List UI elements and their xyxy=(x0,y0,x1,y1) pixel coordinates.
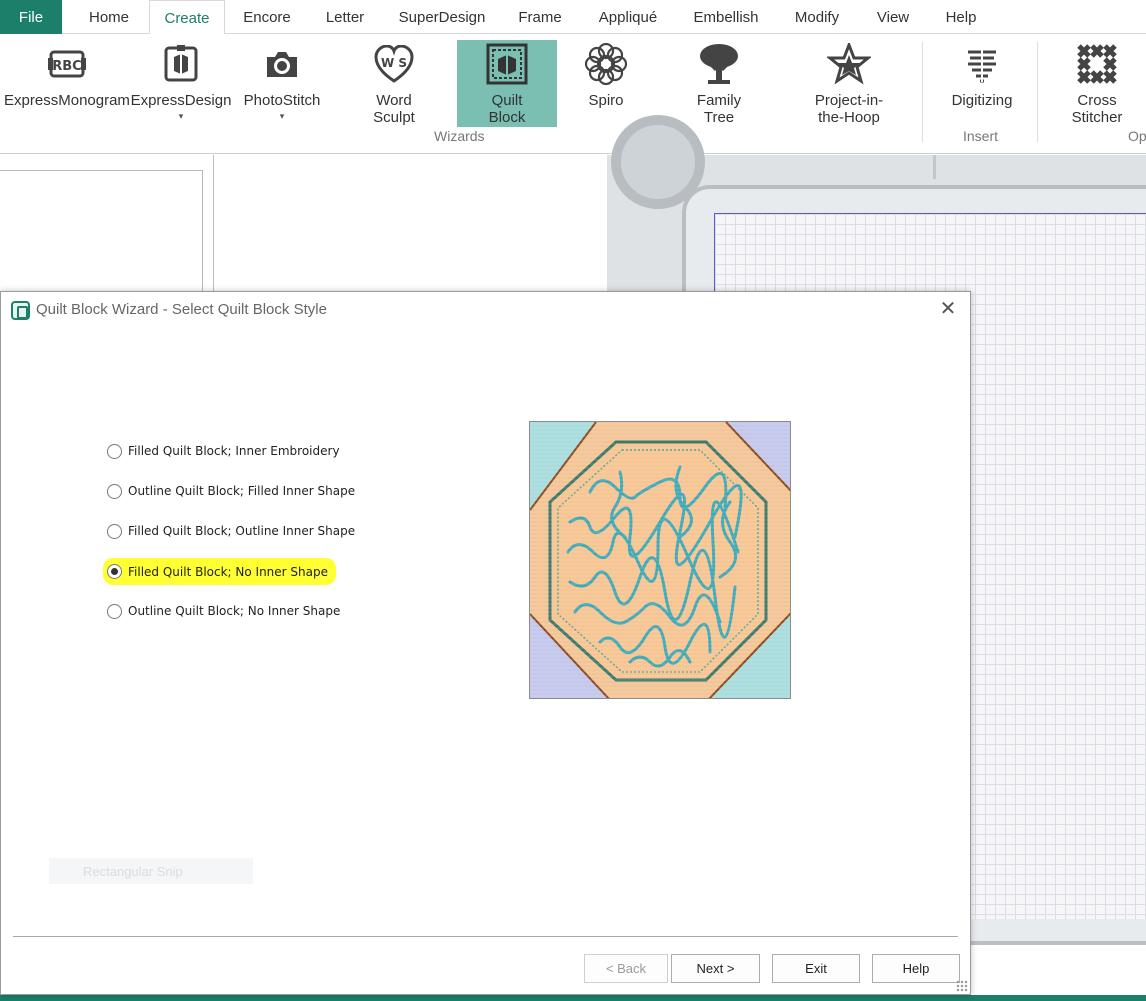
file-menu-button[interactable]: File xyxy=(0,0,62,34)
option-outline-filled-inner-shape[interactable]: Outline Quilt Block; Filled Inner Shape xyxy=(107,479,363,503)
project-in-the-hoop-button[interactable]: Project-in- the-Hoop xyxy=(800,40,898,126)
radio-button[interactable] xyxy=(107,603,122,619)
radio-button[interactable] xyxy=(107,523,122,539)
group-separator xyxy=(922,42,923,142)
tab-create[interactable]: Create xyxy=(149,0,225,35)
tree-icon xyxy=(697,42,741,86)
monogram-icon: RBC xyxy=(45,42,89,86)
express-design-button[interactable]: ExpressDesign ▾ xyxy=(130,40,232,126)
family-tree-button[interactable]: Family Tree xyxy=(680,40,758,126)
help-button[interactable]: Help xyxy=(872,954,960,983)
express-monogram-button[interactable]: RBC ExpressMonogram xyxy=(4,40,130,126)
express-design-label: ExpressDesign xyxy=(130,92,232,109)
digitizing-label: Digitizing xyxy=(951,92,1013,109)
option-filled-outline-inner-shape[interactable]: Filled Quilt Block; Outline Inner Shape xyxy=(107,519,363,543)
tab-view[interactable]: View xyxy=(868,0,918,34)
next-button[interactable]: Next > xyxy=(671,954,760,983)
snip-overlay-ghost: Rectangular Snip xyxy=(49,858,253,884)
tab-encore[interactable]: Encore xyxy=(236,0,298,34)
family-tree-label-2: Tree xyxy=(703,109,735,126)
spiro-button[interactable]: Spiro xyxy=(572,40,640,126)
status-bar xyxy=(0,995,1146,1001)
project-in-the-hoop-label-1: Project-in- xyxy=(814,92,884,109)
panel-divider[interactable] xyxy=(213,155,214,295)
word-sculpt-label-2: Sculpt xyxy=(373,109,415,126)
hoop-knob xyxy=(611,115,705,209)
photostitch-label: PhotoStitch xyxy=(243,92,321,109)
express-design-icon xyxy=(159,42,203,86)
digitizing-icon xyxy=(960,42,1004,86)
dialog-separator xyxy=(13,936,958,937)
tab-letter[interactable]: Letter xyxy=(316,0,374,34)
resize-grip-icon[interactable] xyxy=(956,980,968,992)
tab-superdesign[interactable]: SuperDesign xyxy=(392,0,492,34)
radio-button[interactable] xyxy=(107,443,122,459)
dialog-titlebar[interactable]: Quilt Block Wizard - Select Quilt Block … xyxy=(1,292,970,328)
word-sculpt-label-1: Word xyxy=(376,92,412,109)
radio-button-selected[interactable] xyxy=(107,564,122,579)
hoop-star-icon xyxy=(827,42,871,86)
tab-help[interactable]: Help xyxy=(936,0,986,34)
project-in-the-hoop-label-2: the-Hoop xyxy=(818,109,880,126)
digitizing-button[interactable]: Digitizing xyxy=(942,40,1022,126)
word-sculpt-button[interactable]: W S Word Sculpt xyxy=(356,40,432,126)
camera-icon xyxy=(260,42,304,86)
option-label: Filled Quilt Block; No Inner Shape xyxy=(128,564,328,579)
option-outline-no-inner-shape[interactable]: Outline Quilt Block; No Inner Shape xyxy=(107,599,348,623)
option-filled-no-inner-shape[interactable]: Filled Quilt Block; No Inner Shape xyxy=(103,558,336,585)
word-sculpt-icon: W S xyxy=(372,42,416,86)
back-button[interactable]: < Back xyxy=(584,954,668,983)
tab-modify[interactable]: Modify xyxy=(784,0,850,34)
group-separator xyxy=(1037,42,1038,142)
quilt-block-wizard-dialog: Quilt Block Wizard - Select Quilt Block … xyxy=(0,291,971,995)
express-design-dropdown-icon[interactable]: ▾ xyxy=(179,111,184,121)
tab-applique[interactable]: Appliqué xyxy=(588,0,668,34)
quilt-block-label-2: Block xyxy=(488,109,526,126)
ribbon: RBC ExpressMonogram ExpressDesign ▾ Phot… xyxy=(0,34,1146,154)
hoop-top-mark xyxy=(933,155,936,179)
app-window: File Home Create Encore Letter SuperDesi… xyxy=(0,0,1146,1001)
exit-button[interactable]: Exit xyxy=(772,954,860,983)
quilt-block-icon xyxy=(485,42,529,86)
photostitch-dropdown-icon[interactable]: ▾ xyxy=(280,111,285,121)
quilt-block-preview xyxy=(529,421,791,699)
wizard-app-icon xyxy=(11,301,30,320)
tab-home[interactable]: Home xyxy=(78,0,140,34)
spiro-icon xyxy=(584,42,628,86)
quilt-block-button[interactable]: Quilt Block xyxy=(457,40,557,127)
option-filled-inner-embroidery[interactable]: Filled Quilt Block; Inner Embroidery xyxy=(107,439,348,463)
group-label-partial: Op xyxy=(1128,128,1146,144)
option-label: Outline Quilt Block; Filled Inner Shape xyxy=(128,484,356,498)
side-panel xyxy=(0,170,203,310)
dialog-title: Quilt Block Wizard - Select Quilt Block … xyxy=(36,301,327,318)
family-tree-label-1: Family xyxy=(696,92,742,109)
option-label: Filled Quilt Block; Inner Embroidery xyxy=(128,444,340,458)
group-label-wizards: Wizards xyxy=(434,128,485,144)
radio-button[interactable] xyxy=(107,483,122,499)
option-label: Filled Quilt Block; Outline Inner Shape xyxy=(128,524,356,538)
quilt-block-preview-image xyxy=(530,422,790,698)
option-label: Outline Quilt Block; No Inner Shape xyxy=(128,604,341,618)
cross-stitcher-button[interactable]: Cross Stitcher xyxy=(1062,40,1132,126)
cross-stitcher-label-2: Stitcher xyxy=(1071,109,1123,126)
menu-bar: File Home Create Encore Letter SuperDesi… xyxy=(0,0,1146,35)
tab-frame[interactable]: Frame xyxy=(510,0,570,34)
group-label-insert: Insert xyxy=(963,128,999,144)
express-monogram-label: ExpressMonogram xyxy=(4,92,130,109)
cross-stitch-icon xyxy=(1075,42,1119,86)
tab-embellish[interactable]: Embellish xyxy=(686,0,766,34)
quilt-block-label-1: Quilt xyxy=(491,92,523,109)
photostitch-button[interactable]: PhotoStitch ▾ xyxy=(238,40,326,126)
svg-text:W S: W S xyxy=(381,56,407,70)
close-icon[interactable]: ✕ xyxy=(938,298,958,320)
spiro-label: Spiro xyxy=(588,92,624,109)
svg-text:RBC: RBC xyxy=(52,59,81,74)
cross-stitcher-label-1: Cross xyxy=(1077,92,1117,109)
